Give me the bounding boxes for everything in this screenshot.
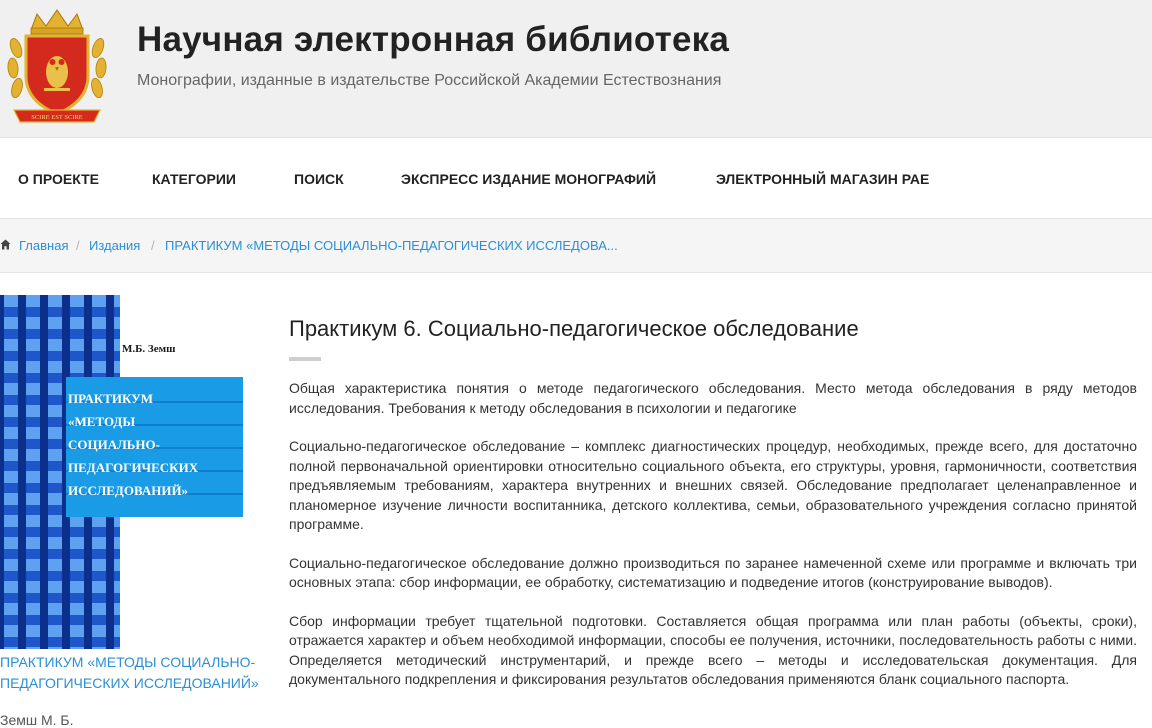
breadcrumb: Главная / Издания / ПРАКТИКУМ «МЕТОДЫ СО… (0, 219, 1152, 273)
breadcrumb-separator: / (76, 238, 80, 253)
article-paragraph: Сбор информации требует тщательной подго… (289, 612, 1137, 688)
article-paragraph: Социально-педагогическое обследование – … (289, 438, 1137, 532)
svg-text:СОЦИАЛЬНО-: СОЦИАЛЬНО- (68, 437, 160, 452)
nav-item-about[interactable]: О ПРОЕКТЕ (18, 171, 99, 187)
svg-text:ПЕДАГОГИЧЕСКИХ: ПЕДАГОГИЧЕСКИХ (68, 460, 199, 475)
article-title: Практикум 6. Социально-педагогическое об… (289, 316, 859, 341)
library-logo[interactable]: SCIRE EST SCIRE (4, 6, 110, 128)
home-icon[interactable] (0, 238, 11, 250)
breadcrumb-home[interactable]: Главная (19, 238, 68, 253)
breadcrumb-current[interactable]: ПРАКТИКУМ «МЕТОДЫ СОЦИАЛЬНО-ПЕДАГОГИЧЕСК… (165, 238, 618, 253)
site-subtitle: Монографии, изданные в издательстве Росс… (137, 72, 722, 89)
svg-text:ПРАКТИКУМ: ПРАКТИКУМ (68, 391, 153, 406)
breadcrumb-publications[interactable]: Издания (89, 238, 140, 253)
main-nav: О ПРОЕКТЕ КАТЕГОРИИ ПОИСК ЭКСПРЕСС ИЗДАН… (0, 137, 1152, 219)
nav-item-shop[interactable]: ЭЛЕКТРОННЫЙ МАГАЗИН РАЕ (716, 171, 929, 187)
svg-text:SCIRE EST SCIRE: SCIRE EST SCIRE (31, 114, 83, 121)
svg-text:«МЕТОДЫ: «МЕТОДЫ (68, 414, 135, 429)
book-author[interactable]: Земш М. Б. (0, 712, 74, 728)
site-header: SCIRE EST SCIRE Научная электронная библ… (0, 0, 1152, 137)
breadcrumb-separator: / (151, 238, 155, 253)
svg-text:М.Б. Земш: М.Б. Земш (122, 343, 175, 355)
nav-item-categories[interactable]: КАТЕГОРИИ (152, 171, 236, 187)
nav-item-express-publishing[interactable]: ЭКСПРЕСС ИЗДАНИЕ МОНОГРАФИЙ (401, 171, 656, 187)
title-divider (289, 357, 321, 361)
article-paragraph: Социально-педагогическое обследование до… (289, 554, 1137, 591)
book-title-link[interactable]: ПРАКТИКУМ «МЕТОДЫ СОЦИАЛЬНО-ПЕДАГОГИЧЕСК… (0, 652, 260, 694)
book-cover[interactable]: М.Б. Земш ПРАКТИКУМ «МЕТОДЫ СОЦИАЛЬНО- П… (0, 295, 243, 649)
article: Практикум 6. Социально-педагогическое об… (289, 316, 1137, 709)
svg-text:ИССЛЕДОВАНИЙ»: ИССЛЕДОВАНИЙ» (68, 483, 188, 498)
article-paragraph: Общая характеристика понятия о методе пе… (289, 380, 1137, 416)
nav-item-search[interactable]: ПОИСК (294, 171, 344, 187)
site-title[interactable]: Научная электронная библиотека (137, 20, 729, 60)
